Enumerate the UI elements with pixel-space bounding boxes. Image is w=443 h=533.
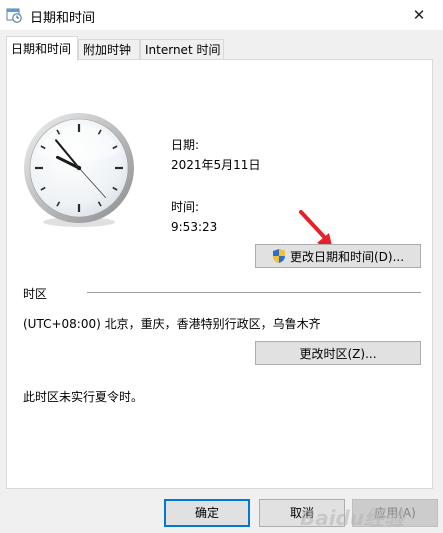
baidu-watermark: Baidu经验 [300,506,405,530]
calendar-clock-icon [6,8,22,23]
change-timezone-button[interactable]: 更改时区(Z)... [255,341,421,365]
time-label: 时间: [171,200,200,214]
analog-clock [24,113,134,227]
close-button[interactable]: ✕ [399,0,439,30]
tab-additional-clocks[interactable]: 附加时钟 [78,39,140,59]
date-value: 2021年5月11日 [171,158,261,172]
change-timezone-label: 更改时区(Z)... [299,346,377,361]
tab-internet-time[interactable]: Internet 时间 [140,39,224,59]
change-date-time-label: 更改日期和时间(D)... [289,249,405,264]
change-date-time-button[interactable]: 更改日期和时间(D)... [255,244,421,268]
time-value: 9:53:23 [171,220,218,234]
window-title: 日期和时间 [30,11,96,26]
tab-date-time[interactable]: 日期和时间 [6,36,78,61]
timezone-section-label: 时区 [23,287,48,301]
timezone-value: (UTC+08:00) 北京，重庆，香港特别行政区，乌鲁木齐 [23,317,321,331]
ok-button[interactable]: 确定 [164,499,250,527]
date-label: 日期: [171,138,200,152]
clock-center [76,165,82,171]
timezone-divider [87,292,421,293]
tab-panel: 日期: 2021年5月11日 时间: 9:53:23 更改日期和时间(D)...… [6,59,433,489]
dialog-client: 日期和时间 附加时钟 Internet 时间 日期: 2021年5月11日 时间… [0,30,443,533]
uac-shield-icon [272,249,285,263]
title-bar: 日期和时间 ✕ [0,0,443,30]
dst-note: 此时区未实行夏令时。 [23,390,144,404]
